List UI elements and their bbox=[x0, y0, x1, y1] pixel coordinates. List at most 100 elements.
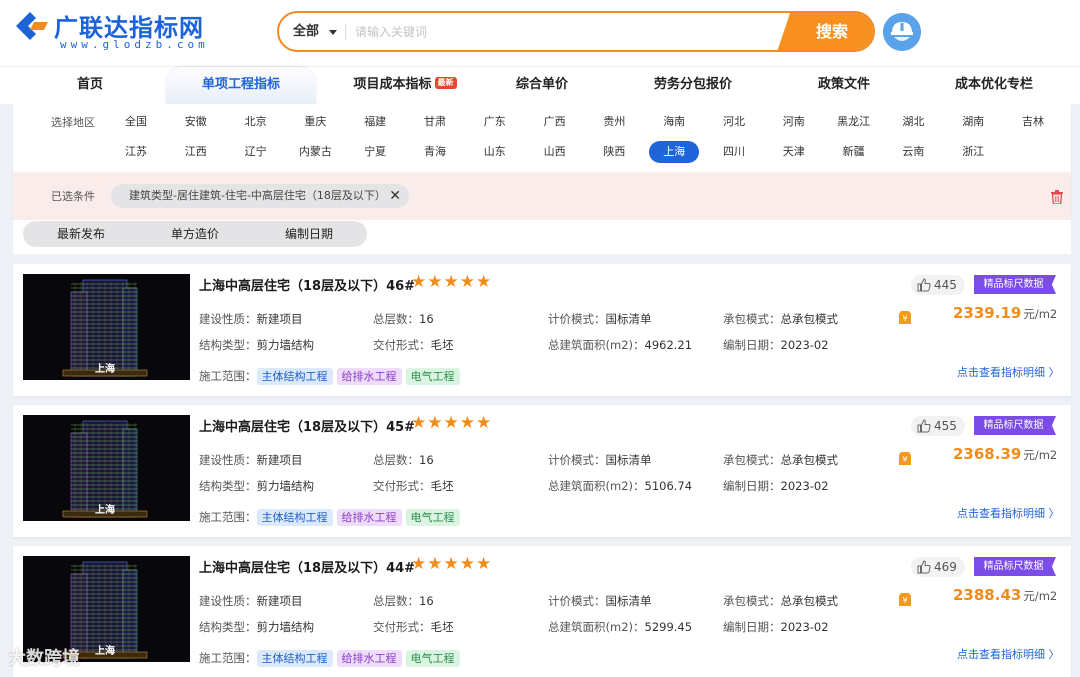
scope-tag: 给排水工程 bbox=[336, 368, 402, 385]
price-unit: 元/m2 bbox=[1023, 589, 1058, 603]
trash-icon[interactable] bbox=[1051, 190, 1063, 204]
region-option[interactable]: 江西 bbox=[171, 141, 221, 163]
price-tag-icon: ¥ bbox=[899, 452, 911, 465]
logo-subtitle: www.glodzb.com bbox=[60, 38, 209, 51]
field-pricing-mode: 计价模式：国标清单 bbox=[548, 453, 652, 467]
close-icon[interactable]: ✕ bbox=[389, 184, 401, 208]
field-pricing-mode: 计价模式：国标清单 bbox=[548, 594, 652, 608]
region-option[interactable]: 安徽 bbox=[171, 111, 221, 133]
field-floors: 总层数：16 bbox=[373, 312, 434, 326]
like-button[interactable]: 445 bbox=[911, 275, 965, 295]
region-option[interactable]: 北京 bbox=[231, 111, 281, 133]
project-card[interactable]: 上海 上海中高层住宅（18层及以下）45# ★★★★★ 建设性质：新建项目 总层数：16… bbox=[13, 405, 1071, 537]
nav-cost-optimization[interactable]: 成本优化专栏 bbox=[944, 67, 1044, 105]
region-option[interactable]: 湖北 bbox=[888, 111, 938, 133]
nav-unit-price[interactable]: 综合单价 bbox=[502, 67, 582, 105]
field-pricing-mode: 计价模式：国标清单 bbox=[548, 312, 652, 326]
project-title[interactable]: 上海中高层住宅（18层及以下）46# bbox=[199, 275, 415, 294]
site-logo[interactable]: 广联达指标网 www.glodzb.com bbox=[14, 8, 234, 52]
watermark: 大数跨境 bbox=[8, 648, 80, 669]
search-button[interactable]: 搜索 bbox=[777, 13, 873, 50]
nav-project-cost-index[interactable]: 项目成本指标 最新 bbox=[340, 67, 470, 105]
field-structure-type: 结构类型：剪力墙结构 bbox=[199, 479, 314, 493]
sort-bar: 最新发布 单方造价 编制日期 bbox=[13, 220, 1071, 254]
region-filter: 选择地区 全国 安徽 北京 重庆 福建 甘肃 广东 广西 贵州 海南 河北 河南 黑龙江 湖北 湖南 吉林 江… bbox=[13, 104, 1071, 172]
sort-compile-date[interactable]: 编制日期 bbox=[285, 221, 333, 247]
region-option[interactable]: 陕西 bbox=[589, 141, 639, 163]
nav-labor-subcontract[interactable]: 劳务分包报价 bbox=[640, 67, 746, 105]
selected-label: 已选条件 bbox=[51, 190, 95, 203]
sort-latest[interactable]: 最新发布 bbox=[57, 221, 105, 247]
region-option[interactable]: 上海 bbox=[649, 141, 700, 163]
nav-home[interactable]: 首页 bbox=[50, 67, 130, 105]
project-thumbnail[interactable]: 上海 bbox=[23, 415, 190, 521]
field-construction-nature: 建设性质：新建项目 bbox=[199, 453, 303, 467]
region-option[interactable]: 河北 bbox=[709, 111, 759, 133]
field-structure-type: 结构类型：剪力墙结构 bbox=[199, 338, 314, 352]
region-option[interactable]: 甘肃 bbox=[410, 111, 460, 133]
project-thumbnail[interactable]: 上海 bbox=[23, 274, 190, 380]
view-detail-link[interactable]: 点击查看指标明细 〉 bbox=[957, 364, 1060, 380]
project-title[interactable]: 上海中高层住宅（18层及以下）45# bbox=[199, 416, 415, 435]
nav-policy[interactable]: 政策文件 bbox=[804, 67, 884, 105]
region-option[interactable]: 云南 bbox=[888, 141, 938, 163]
project-card[interactable]: 上海 上海中高层住宅（18层及以下）46# ★★★★★ 建设性质：新建项目 总层数：16… bbox=[13, 264, 1071, 396]
region-option[interactable]: 四川 bbox=[709, 141, 759, 163]
region-option[interactable]: 新疆 bbox=[829, 141, 879, 163]
region-option[interactable]: 山西 bbox=[530, 141, 580, 163]
main-nav: 首页 单项工程指标 项目成本指标 最新 综合单价 劳务分包报价 政策文件 成本优化… bbox=[0, 66, 1080, 105]
unit-price: 2368.39 元/m2 bbox=[953, 445, 1058, 463]
sort-group: 最新发布 单方造价 编制日期 bbox=[23, 221, 367, 247]
region-option[interactable]: 天津 bbox=[769, 141, 819, 163]
svg-text:¥: ¥ bbox=[902, 596, 907, 605]
like-button[interactable]: 469 bbox=[911, 557, 965, 577]
thumbnail-city-label: 上海 bbox=[95, 646, 115, 657]
region-option[interactable]: 浙江 bbox=[948, 141, 998, 163]
region-option[interactable]: 贵州 bbox=[589, 111, 639, 133]
premium-data-badge: 精品标尺数据 bbox=[974, 557, 1056, 576]
region-option[interactable]: 江苏 bbox=[111, 141, 161, 163]
new-badge: 最新 bbox=[434, 77, 457, 89]
nav-label: 项目成本指标 bbox=[353, 77, 432, 92]
region-option[interactable]: 青海 bbox=[410, 141, 460, 163]
region-option[interactable]: 吉林 bbox=[1008, 111, 1058, 133]
field-construction-nature: 建设性质：新建项目 bbox=[199, 594, 303, 608]
region-option[interactable]: 全国 bbox=[111, 111, 161, 133]
region-option[interactable]: 广东 bbox=[470, 111, 520, 133]
search-scope-select[interactable]: 全部 bbox=[293, 13, 319, 50]
logo-icon bbox=[16, 12, 48, 40]
price-unit: 元/m2 bbox=[1023, 448, 1058, 462]
field-construction-nature: 建设性质：新建项目 bbox=[199, 312, 303, 326]
project-title[interactable]: 上海中高层住宅（18层及以下）44# bbox=[199, 557, 415, 576]
search-box: 全部 搜索 bbox=[277, 11, 875, 52]
project-card[interactable]: 上海 上海中高层住宅（18层及以下）44# ★★★★★ 建设性质：新建项目 总层数：16… bbox=[13, 546, 1071, 677]
selected-conditions: 已选条件 建筑类型-居住建筑-住宅-中高层住宅（18层及以下） ✕ bbox=[13, 172, 1071, 220]
premium-data-badge: 精品标尺数据 bbox=[974, 416, 1056, 435]
search-input[interactable] bbox=[355, 19, 775, 44]
region-option[interactable]: 湖南 bbox=[948, 111, 998, 133]
avatar[interactable] bbox=[883, 13, 921, 51]
like-button[interactable]: 455 bbox=[911, 416, 965, 436]
region-option[interactable]: 宁夏 bbox=[350, 141, 400, 163]
region-option[interactable]: 黑龙江 bbox=[829, 111, 879, 133]
field-compile-date: 编制日期：2023-02 bbox=[723, 620, 829, 634]
sort-unit-cost[interactable]: 单方造价 bbox=[171, 221, 219, 247]
region-option[interactable]: 辽宁 bbox=[231, 141, 281, 163]
region-option[interactable]: 山东 bbox=[470, 141, 520, 163]
nav-single-project-index[interactable]: 单项工程指标 bbox=[166, 67, 316, 105]
condition-chip: 建筑类型-居住建筑-住宅-中高层住宅（18层及以下） ✕ bbox=[111, 184, 409, 208]
view-detail-link[interactable]: 点击查看指标明细 〉 bbox=[957, 505, 1060, 521]
region-option[interactable]: 河南 bbox=[769, 111, 819, 133]
region-option[interactable]: 内蒙古 bbox=[290, 141, 340, 163]
view-detail-link[interactable]: 点击查看指标明细 〉 bbox=[957, 646, 1060, 662]
thumbs-up-icon bbox=[917, 278, 931, 292]
region-option[interactable]: 福建 bbox=[350, 111, 400, 133]
scope-tag: 电气工程 bbox=[405, 650, 460, 667]
region-option[interactable]: 重庆 bbox=[290, 111, 340, 133]
caret-down-icon[interactable] bbox=[329, 30, 337, 35]
thumbs-up-icon bbox=[917, 560, 931, 574]
region-option[interactable]: 广西 bbox=[530, 111, 580, 133]
field-contract-mode: 承包模式：总承包模式 bbox=[723, 594, 838, 608]
region-option[interactable]: 海南 bbox=[649, 111, 699, 133]
field-floors: 总层数：16 bbox=[373, 594, 434, 608]
